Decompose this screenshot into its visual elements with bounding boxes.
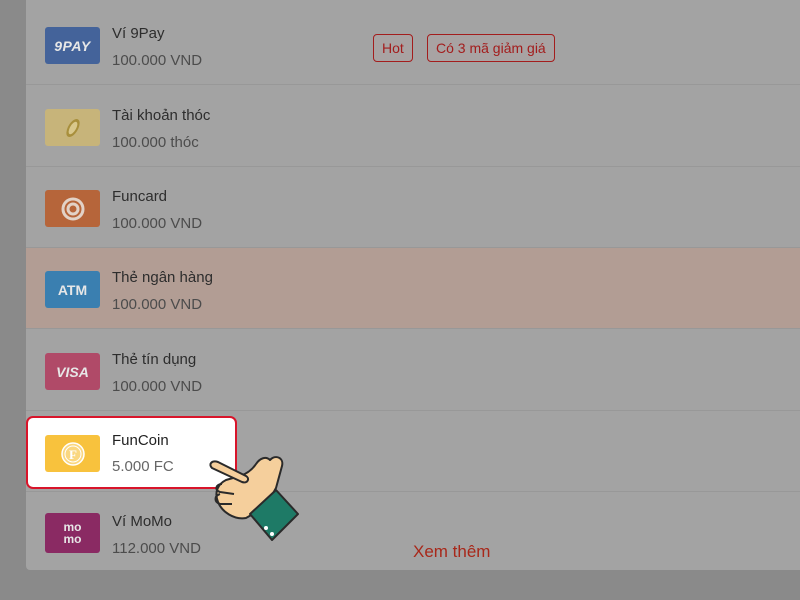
funcoin-icon: F xyxy=(45,435,100,472)
payment-amount: 100.000 VND xyxy=(112,215,203,232)
payment-amount: 112.000 VND xyxy=(112,540,201,557)
payment-option-funcard[interactable]: Funcard 100.000 VND xyxy=(26,167,800,248)
payment-name: Ví 9Pay xyxy=(112,25,165,42)
payment-amount: 100.000 VND xyxy=(112,378,203,395)
payment-name: FunCoin xyxy=(112,432,169,449)
payment-option-rice-account[interactable]: Tài khoản thóc 100.000 thóc xyxy=(26,86,800,167)
payment-amount: 5.000 FC xyxy=(112,458,174,475)
payment-name: Tài khoản thóc xyxy=(112,107,211,124)
coupon-badge[interactable]: Có 3 mã giảm giá xyxy=(427,34,555,62)
9pay-logo-icon: 9PAY xyxy=(45,27,100,64)
hot-badge: Hot xyxy=(373,34,413,62)
funcard-swirl-icon xyxy=(45,190,100,227)
payment-name: Thẻ tín dụng xyxy=(112,351,197,368)
funcoin-icon-letter: F xyxy=(69,447,77,462)
visa-card-icon: VISA xyxy=(45,353,100,390)
payment-option-credit-card[interactable]: VISA Thẻ tín dụng 100.000 VND xyxy=(26,330,800,411)
pointing-hand-icon xyxy=(209,456,299,541)
payment-amount: 100.000 VND xyxy=(112,296,203,313)
payment-option-9pay[interactable]: 9PAY Ví 9Pay 100.000 VND Hot Có 3 mã giả… xyxy=(26,4,800,85)
payment-name: Ví MoMo xyxy=(112,513,173,530)
atm-card-icon: ATM xyxy=(45,271,100,308)
payment-amount: 100.000 VND xyxy=(112,52,203,69)
rice-grain-icon xyxy=(45,109,100,146)
see-more-link[interactable]: Xem thêm xyxy=(413,542,490,562)
payment-name: Funcard xyxy=(112,188,168,205)
momo-logo-text-2: mo xyxy=(63,532,82,546)
payment-amount: 100.000 thóc xyxy=(112,134,199,151)
payment-option-bank-card[interactable]: ATM Thẻ ngân hàng 100.000 VND xyxy=(26,248,800,329)
payment-name: Thẻ ngân hàng xyxy=(112,269,213,286)
momo-logo-icon: mo mo xyxy=(45,513,100,553)
